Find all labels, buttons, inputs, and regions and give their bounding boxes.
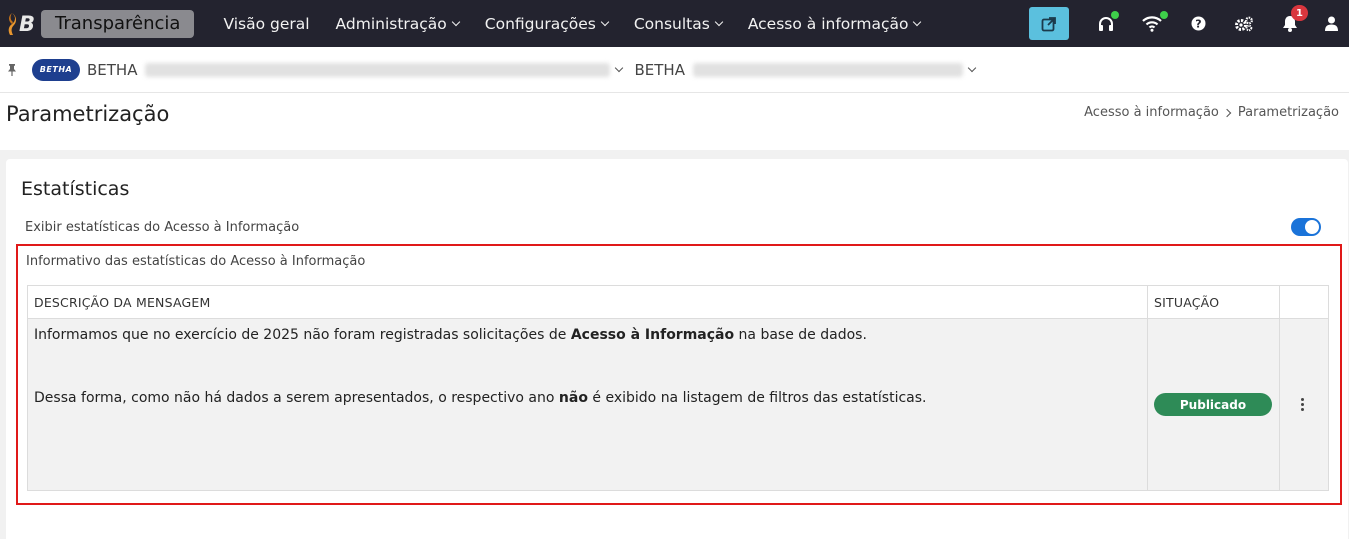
message-paragraph-2: Dessa forma, como não há dados a serem a… — [34, 390, 926, 406]
row-actions-kebab-icon[interactable] — [1294, 394, 1310, 414]
online-status-dot — [1111, 11, 1119, 19]
chevron-down-icon[interactable] — [967, 63, 977, 72]
status-badge: Publicado — [1154, 393, 1272, 416]
wifi-icon — [1142, 15, 1162, 32]
notification-count-badge: 1 — [1291, 5, 1308, 21]
help-button[interactable]: ? — [1175, 0, 1221, 47]
statistics-toggle[interactable] — [1291, 218, 1321, 236]
connection-button[interactable] — [1129, 0, 1175, 47]
message-bold-text: Acesso à Informação — [570, 327, 735, 343]
connection-status-dot — [1160, 11, 1168, 19]
context-bar: BETHA BETHA BETHA — [0, 47, 1349, 93]
settings-button[interactable] — [1221, 0, 1267, 47]
info-title: Informativo das estatísticas do Acesso à… — [26, 254, 366, 269]
chevron-down-icon[interactable] — [615, 63, 624, 72]
settings-icon — [1235, 16, 1253, 31]
message-text: Informamos que no exercício de 2025 não … — [34, 327, 571, 343]
menu-visao-geral[interactable]: Visão geral — [210, 15, 322, 33]
menu-label: Configurações — [484, 14, 596, 33]
message-table: DESCRIÇÃO DA MENSAGEM SITUAÇÃO Informamo… — [27, 285, 1329, 491]
navbar-actions: ? 1 — [1029, 0, 1349, 47]
section-title: Estatísticas — [21, 178, 130, 200]
help-icon: ? — [1191, 16, 1205, 31]
statistics-card: Estatísticas Exibir estatísticas do Aces… — [6, 159, 1348, 549]
column-header-descricao: DESCRIÇÃO DA MENSAGEM — [34, 295, 211, 310]
column-header-situacao: SITUAÇÃO — [1154, 295, 1220, 310]
table-row: Informamos que no exercício de 2025 não … — [28, 319, 1328, 490]
message-text: na base de dados. — [734, 327, 867, 343]
message-paragraph-1: Informamos que no exercício de 2025 não … — [34, 327, 867, 343]
brand[interactable]: B Transparência — [7, 9, 195, 39]
external-link-button[interactable] — [1029, 7, 1069, 40]
chevron-right-icon — [1222, 108, 1232, 117]
entity-selector-value[interactable] — [145, 62, 611, 77]
message-text: é exibido na listagem de filtros das est… — [587, 390, 927, 406]
entity-prefix: BETHA — [87, 60, 138, 79]
breadcrumb: Acesso à informação Parametrização — [1084, 105, 1339, 120]
menu-label: Consultas — [633, 14, 710, 33]
menu-administracao[interactable]: Administração — [323, 15, 472, 33]
chevron-down-icon — [913, 17, 922, 26]
page-header: Parametrização Acesso à informação Param… — [0, 93, 1349, 150]
column-divider — [1279, 286, 1280, 490]
chevron-down-icon — [714, 17, 724, 26]
top-navbar: B Transparência Visão geral Administraçã… — [0, 0, 1349, 47]
betha-logo: BETHA — [32, 58, 80, 81]
notifications-button[interactable]: 1 — [1267, 0, 1313, 47]
highlighted-info-region: Informativo das estatísticas do Acesso à… — [16, 244, 1342, 505]
user-icon — [1324, 16, 1338, 31]
pin-icon[interactable] — [6, 63, 18, 77]
system-selector-value[interactable] — [692, 62, 963, 77]
external-link-icon — [1041, 16, 1056, 31]
table-header: DESCRIÇÃO DA MENSAGEM SITUAÇÃO — [28, 286, 1328, 319]
chevron-down-icon — [600, 17, 610, 26]
setting-row: Exibir estatísticas do Acesso à Informaç… — [25, 216, 1321, 238]
message-text: Dessa forma, como não há dados a serem a… — [34, 390, 559, 406]
brand-name: Transparência — [41, 9, 195, 38]
page-title: Parametrização — [6, 102, 170, 126]
user-menu-button[interactable] — [1313, 0, 1349, 47]
menu-acesso-informacao[interactable]: Acesso à informação — [735, 15, 934, 33]
column-header-actions — [1280, 286, 1328, 319]
chevron-down-icon — [451, 17, 461, 26]
brand-logo-icon: B — [7, 9, 39, 39]
breadcrumb-item-acesso-informacao[interactable]: Acesso à informação — [1084, 105, 1219, 120]
menu-label: Visão geral — [223, 14, 310, 33]
system-prefix: BETHA — [634, 60, 685, 79]
support-button[interactable] — [1083, 0, 1129, 47]
column-divider — [1147, 286, 1148, 490]
main-menu: Visão geral Administração Configurações … — [210, 15, 933, 33]
menu-consultas[interactable]: Consultas — [621, 15, 735, 33]
breadcrumb-item-current: Parametrização — [1237, 105, 1339, 120]
setting-label: Exibir estatísticas do Acesso à Informaç… — [25, 219, 300, 235]
menu-label: Acesso à informação — [747, 14, 909, 33]
toggle-knob — [1305, 220, 1319, 234]
message-bold-text: não — [558, 390, 588, 406]
menu-configuracoes[interactable]: Configurações — [472, 15, 621, 33]
menu-label: Administração — [335, 14, 447, 33]
svg-text:?: ? — [1195, 17, 1201, 30]
